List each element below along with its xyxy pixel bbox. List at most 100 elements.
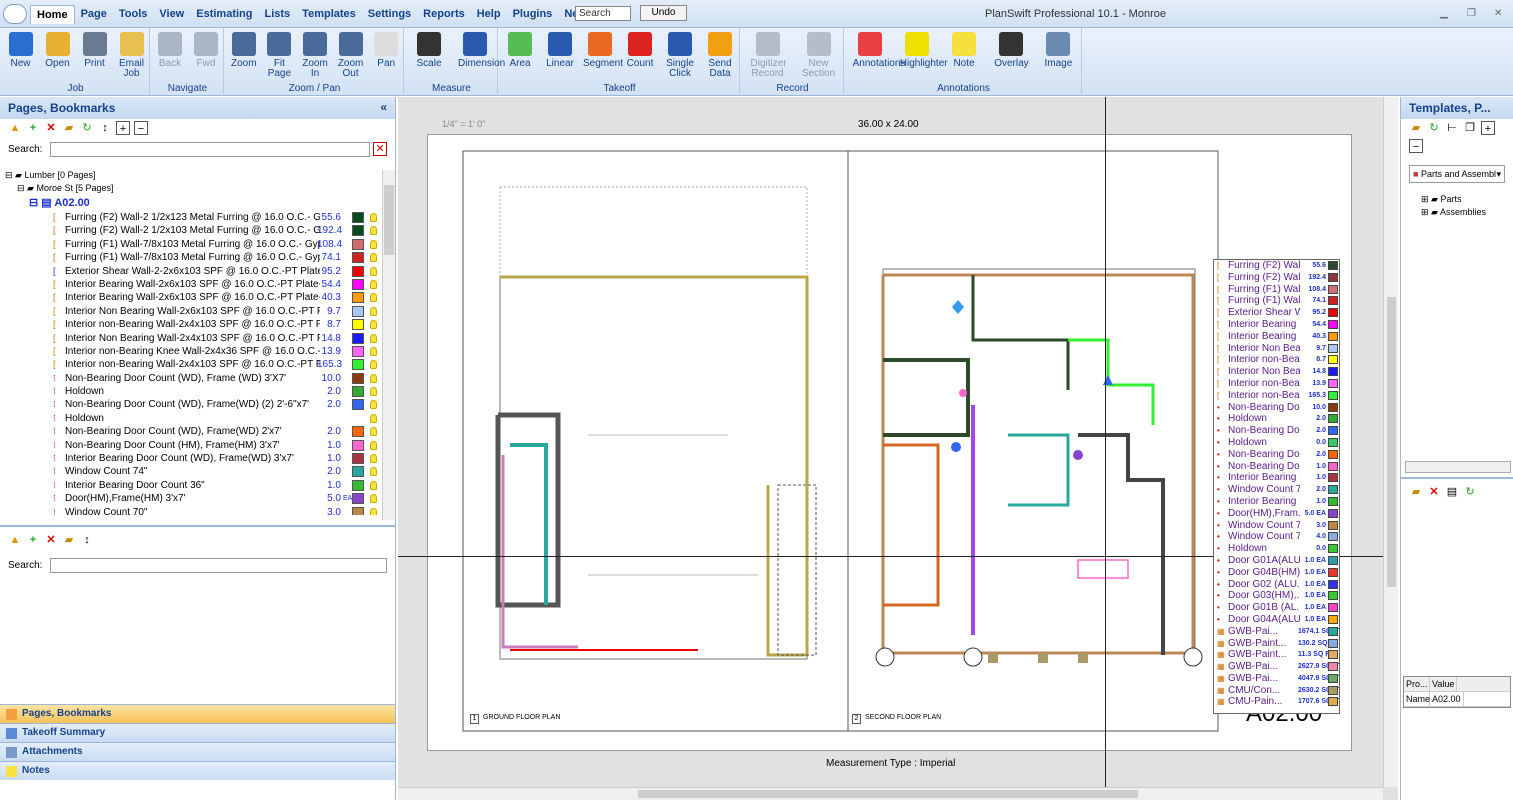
color-swatch[interactable] (352, 265, 364, 277)
pages-search-input[interactable] (50, 141, 371, 157)
scale-button[interactable]: Scale (412, 32, 446, 69)
expand-icon[interactable]: + (1481, 121, 1495, 135)
delete-icon[interactable]: ✕ (44, 121, 58, 135)
menu-tab-reports[interactable]: Reports (417, 5, 471, 24)
delete-icon[interactable]: ✕ (1427, 485, 1441, 499)
new-button[interactable]: New (4, 32, 38, 69)
visibility-bulb-icon[interactable] (370, 306, 377, 316)
note-button[interactable]: Note (947, 32, 981, 69)
visibility-bulb-icon[interactable] (370, 333, 377, 343)
menu-tab-home[interactable]: Home (30, 5, 75, 24)
color-swatch[interactable] (352, 332, 364, 344)
area-button[interactable]: Area (503, 32, 537, 69)
nav-takeoff-summary[interactable]: Takeoff Summary (0, 723, 395, 742)
color-swatch[interactable] (352, 305, 364, 317)
visibility-bulb-icon[interactable] (370, 213, 377, 222)
single-click-button[interactable]: Single Click (663, 32, 697, 79)
collapse-all-icon[interactable]: − (134, 121, 148, 135)
visibility-bulb-icon[interactable] (370, 427, 377, 437)
clear-search-icon[interactable]: ✕ (373, 142, 387, 156)
color-swatch[interactable] (352, 359, 364, 371)
takeoff-item[interactable]: ⁝ Window Count 70" 3.0 (0, 506, 382, 515)
color-swatch[interactable] (352, 225, 364, 237)
expand-icon[interactable]: + (116, 121, 130, 135)
open-button[interactable]: Open (41, 32, 75, 69)
visibility-bulb-icon[interactable] (370, 507, 377, 515)
folder-icon[interactable]: ▰ (1409, 121, 1423, 135)
folder-icon[interactable]: ▰ (62, 121, 76, 135)
menu-tab-tools[interactable]: Tools (113, 5, 154, 24)
visibility-bulb-icon[interactable] (370, 454, 377, 464)
menu-tab-plugins[interactable]: Plugins (507, 5, 559, 24)
back-button[interactable]: Back (153, 32, 187, 69)
vertical-scrollbar[interactable] (1383, 97, 1398, 787)
horizontal-scrollbar[interactable] (398, 787, 1383, 800)
color-swatch[interactable] (352, 238, 364, 250)
tree-node-lumber[interactable]: ⊟ ▰ Lumber [0 Pages] (0, 170, 382, 183)
color-swatch[interactable] (352, 493, 364, 505)
highlighter-button[interactable]: Highlighter (900, 32, 948, 69)
nav-notes[interactable]: Notes (0, 761, 395, 780)
takeoff-item[interactable]: [Furring (F1) Wall-7/8x103 Metal Furring… (0, 251, 382, 264)
scrollbar-thumb[interactable] (384, 185, 394, 255)
visibility-bulb-icon[interactable] (370, 226, 377, 236)
zoom-button[interactable]: Zoom (227, 32, 261, 69)
color-swatch[interactable] (352, 345, 364, 357)
delete-icon[interactable]: ✕ (44, 533, 58, 547)
takeoff-item[interactable]: ⁝ Non-Bearing Door Count (WD), Frame(WD) … (0, 398, 382, 411)
nav-pages-bookmarks[interactable]: Pages, Bookmarks (0, 704, 395, 723)
copy-icon[interactable]: ❐ (1463, 121, 1477, 135)
edit-icon[interactable]: ▤ (1445, 485, 1459, 499)
pan-button[interactable]: Pan (369, 32, 403, 69)
zoom-out-button[interactable]: Zoom Out (334, 32, 368, 79)
menu-tab-settings[interactable]: Settings (362, 5, 417, 24)
zoom-in-button[interactable]: Zoom In (298, 32, 332, 79)
folder-icon[interactable]: ▰ (62, 533, 76, 547)
color-swatch[interactable] (352, 386, 364, 398)
print-button[interactable]: Print (78, 32, 112, 69)
property-value[interactable]: A02.00 (1430, 692, 1464, 706)
splitter[interactable] (0, 525, 395, 527)
visibility-bulb-icon[interactable] (370, 440, 377, 450)
menu-tab-view[interactable]: View (153, 5, 190, 24)
visibility-bulb-icon[interactable] (370, 387, 377, 397)
overlay-button[interactable]: Overlay (994, 32, 1029, 69)
takeoff-item[interactable]: [Interior Non Bearing Wall-2x4x103 SPF @… (0, 332, 382, 345)
visibility-bulb-icon[interactable] (370, 346, 377, 356)
splitter[interactable] (1401, 477, 1513, 479)
takeoff-item[interactable]: [Interior Bearing Wall-2x6x103 SPF @ 16.… (0, 278, 382, 291)
fit-page-button[interactable]: Fit Page (262, 32, 296, 79)
visibility-bulb-icon[interactable] (370, 467, 377, 477)
color-swatch[interactable] (352, 466, 364, 478)
menu-tab-estimating[interactable]: Estimating (190, 5, 258, 24)
tree-node-parts[interactable]: ⊞ ▰ Parts (1421, 193, 1513, 206)
takeoff-item[interactable]: [Furring (F2) Wall-2 1/2x103 Metal Furri… (0, 224, 382, 237)
takeoff-legend[interactable]: [Furring (F2) Wall... 55.6 [Furring (F2) W… (1213, 259, 1340, 714)
digitizer-record-button[interactable]: Digitizer Record (751, 32, 787, 79)
add-icon[interactable]: + (26, 533, 40, 547)
segment-button[interactable]: Segment (583, 32, 623, 69)
new-section-button[interactable]: New Section (802, 32, 836, 79)
color-swatch[interactable] (352, 399, 364, 411)
visibility-bulb-icon[interactable] (370, 373, 377, 383)
takeoff-item[interactable]: [Furring (F1) Wall-7/8x103 Metal Furring… (0, 238, 382, 251)
takeoff-item[interactable]: [Interior Bearing Wall-2x6x103 SPF @ 16.… (0, 291, 382, 304)
maximize-icon[interactable]: ❐ (1467, 8, 1479, 19)
takeoff-item[interactable]: [Interior non-Bearing Wall-2x4x103 SPF @… (0, 318, 382, 331)
takeoff-item[interactable]: ⁝ Door(HM),Frame(HM) 3'x7' 5.0 EA (0, 492, 382, 505)
tree-node-assemblies[interactable]: ⊞ ▰ Assemblies (1421, 206, 1513, 219)
visibility-bulb-icon[interactable] (370, 400, 377, 410)
bookmark-icon[interactable]: ▲ (8, 533, 22, 547)
collapse-icon[interactable]: « (380, 100, 387, 114)
annotations-button[interactable]: Annotations (853, 32, 905, 69)
color-swatch[interactable] (352, 479, 364, 491)
menu-tab-help[interactable]: Help (471, 5, 507, 24)
visibility-bulb-icon[interactable] (370, 480, 377, 490)
visibility-bulb-icon[interactable] (370, 253, 377, 263)
color-swatch[interactable] (352, 278, 364, 290)
template-type-dropdown[interactable]: ■ Parts and Assembl ▾ (1409, 165, 1505, 183)
menu-tab-templates[interactable]: Templates (296, 5, 362, 24)
nav-attachments[interactable]: Attachments (0, 742, 395, 761)
dimension-button[interactable]: Dimension (458, 32, 505, 69)
visibility-bulb-icon[interactable] (370, 360, 377, 370)
